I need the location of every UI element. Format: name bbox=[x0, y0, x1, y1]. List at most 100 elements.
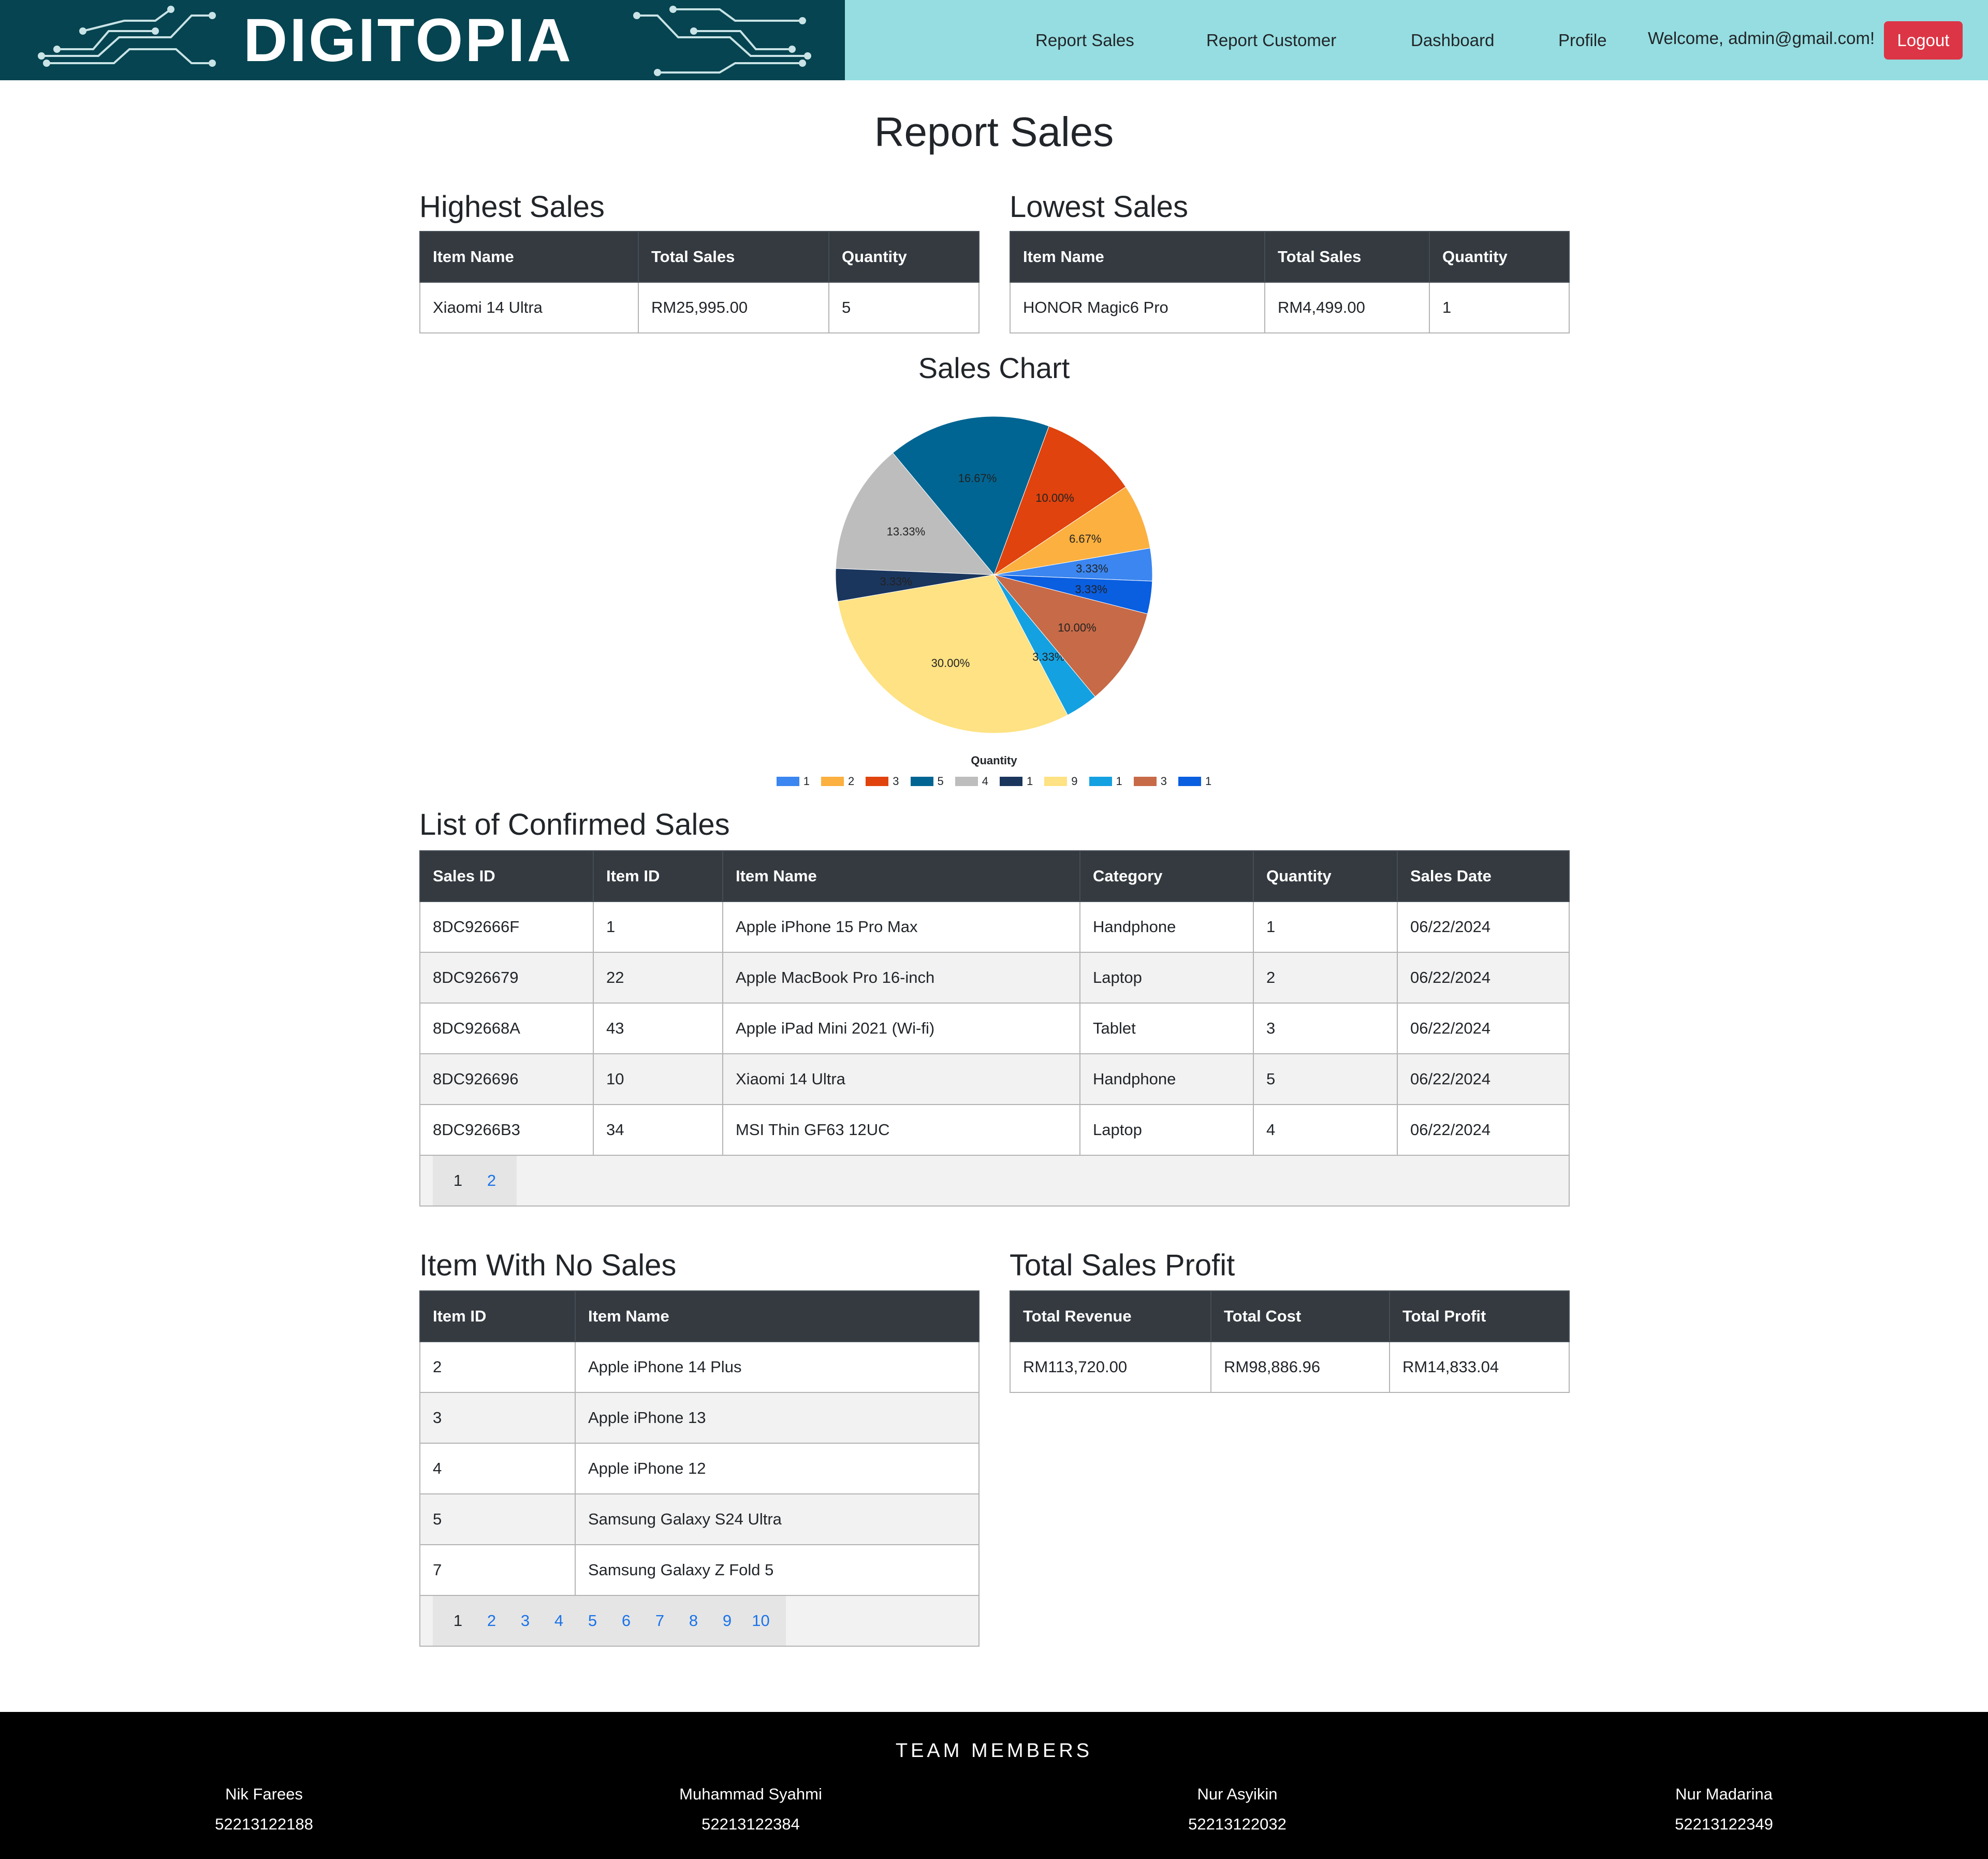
page-link-4[interactable]: 4 bbox=[542, 1596, 576, 1645]
legend-swatch bbox=[776, 777, 799, 786]
legend-item[interactable]: 1 bbox=[1000, 775, 1033, 788]
legend-item[interactable]: 3 bbox=[866, 775, 899, 788]
page-link-1[interactable]: 1 bbox=[441, 1596, 475, 1645]
nav-report-customer[interactable]: Report Customer bbox=[1206, 30, 1336, 51]
table-cell: RM25,995.00 bbox=[638, 282, 829, 333]
legend-label: 1 bbox=[1027, 775, 1033, 788]
member-id: 52213122384 bbox=[701, 1815, 800, 1833]
site-logo[interactable]: DIGITOPIA bbox=[0, 0, 845, 80]
table-row: 4 Apple iPhone 12 bbox=[419, 1443, 980, 1494]
table-cell: Samsung Galaxy S24 Ultra bbox=[575, 1493, 980, 1545]
legend-swatch bbox=[1044, 777, 1068, 786]
column-header: Item Name bbox=[419, 231, 639, 283]
legend-item[interactable]: 9 bbox=[1044, 775, 1078, 788]
legend-label: 4 bbox=[982, 775, 988, 788]
legend-label: 1 bbox=[1116, 775, 1122, 788]
logo-text: DIGITOPIA bbox=[243, 6, 574, 75]
pie-slice-label: 13.33% bbox=[887, 525, 926, 538]
lowest-sales-title: Lowest Sales bbox=[1010, 190, 1188, 224]
table-cell: Apple iPad Mini 2021 (Wi-fi) bbox=[722, 1003, 1080, 1054]
legend-item[interactable]: 1 bbox=[1178, 775, 1211, 788]
table-row: 2 Apple iPhone 14 Plus bbox=[419, 1341, 980, 1393]
pagination-cell: 1 2 3 4 5 6 7 8 9 10 bbox=[419, 1595, 980, 1647]
column-header: Quantity bbox=[1253, 850, 1398, 902]
legend-label: 3 bbox=[893, 775, 899, 788]
table-cell: 1 bbox=[1253, 901, 1398, 953]
pie-slice-label: 3.33% bbox=[1075, 583, 1107, 596]
nav-profile[interactable]: Profile bbox=[1558, 30, 1607, 51]
table-row: RM113,720.00 RM98,886.96 RM14,833.04 bbox=[1010, 1341, 1570, 1393]
page-link-6[interactable]: 6 bbox=[609, 1596, 643, 1645]
member-name: Nur Asyikin bbox=[1197, 1785, 1278, 1803]
table-cell: HONOR Magic6 Pro bbox=[1010, 282, 1265, 333]
column-header: Total Cost bbox=[1210, 1290, 1390, 1342]
table-cell: Xiaomi 14 Ultra bbox=[722, 1053, 1080, 1105]
legend-item[interactable]: 1 bbox=[1089, 775, 1122, 788]
table-header-row: Total Revenue Total Cost Total Profit bbox=[1010, 1290, 1570, 1342]
table-cell: RM14,833.04 bbox=[1389, 1341, 1570, 1393]
nav-report-sales[interactable]: Report Sales bbox=[1035, 30, 1134, 51]
table-header-row: Sales ID Item ID Item Name Category Quan… bbox=[419, 850, 1570, 902]
column-header: Item Name bbox=[1010, 231, 1265, 283]
page-link-10[interactable]: 10 bbox=[744, 1596, 778, 1645]
confirmed-sales-table: Sales ID Item ID Item Name Category Quan… bbox=[419, 850, 1570, 1207]
table-row: 8DC92668A 43 Apple iPad Mini 2021 (Wi-fi… bbox=[419, 1003, 1570, 1054]
table-cell: 3 bbox=[419, 1392, 576, 1444]
page-link-5[interactable]: 5 bbox=[576, 1596, 609, 1645]
legend-item[interactable]: 5 bbox=[910, 775, 944, 788]
page-link-3[interactable]: 3 bbox=[508, 1596, 542, 1645]
column-header: Sales Date bbox=[1397, 850, 1570, 902]
column-header: Total Sales bbox=[638, 231, 829, 283]
table-row: 8DC926679 22 Apple MacBook Pro 16-inch L… bbox=[419, 952, 1570, 1004]
page-title: Report Sales bbox=[874, 109, 1114, 155]
table-cell: 5 bbox=[828, 282, 980, 333]
legend-label: 5 bbox=[937, 775, 944, 788]
table-cell: Xiaomi 14 Ultra bbox=[419, 282, 639, 333]
footer: TEAM MEMBERS Nik Farees 52213122188 Muha… bbox=[0, 1712, 1988, 1859]
table-cell: 4 bbox=[419, 1443, 576, 1494]
legend-item[interactable]: 1 bbox=[776, 775, 810, 788]
legend-item[interactable]: 4 bbox=[955, 775, 988, 788]
table-header-row: Item Name Total Sales Quantity bbox=[1010, 231, 1570, 283]
table-cell: RM4,499.00 bbox=[1264, 282, 1430, 333]
legend-swatch bbox=[1178, 777, 1201, 786]
nav-dashboard[interactable]: Dashboard bbox=[1411, 30, 1494, 51]
table-cell: Apple iPhone 14 Plus bbox=[575, 1341, 980, 1393]
sales-pie-chart: 3.33% 6.67% 10.00% 16.67% 13.33% 3.33% 30.00% 3… bbox=[835, 416, 1153, 734]
legend-label: 2 bbox=[848, 775, 855, 788]
page-link-2[interactable]: 2 bbox=[475, 1156, 508, 1205]
page-link-8[interactable]: 8 bbox=[677, 1596, 710, 1645]
column-header: Total Sales bbox=[1264, 231, 1430, 283]
column-header: Quantity bbox=[828, 231, 980, 283]
column-header: Item Name bbox=[575, 1290, 980, 1342]
table-cell: Laptop bbox=[1079, 1104, 1254, 1156]
no-sales-title: Item With No Sales bbox=[419, 1248, 677, 1282]
chart-legend: 1 2 3 5 4 1 9 1 3 1 bbox=[751, 774, 1237, 789]
pie-slice-label: 6.67% bbox=[1069, 532, 1101, 545]
table-cell: 8DC926696 bbox=[419, 1053, 594, 1105]
column-header: Quantity bbox=[1429, 231, 1570, 283]
table-cell: 8DC92668A bbox=[419, 1003, 594, 1054]
pie-slice-label: 10.00% bbox=[1058, 621, 1097, 634]
pie-slice-label: 16.67% bbox=[958, 472, 997, 485]
team-member: Nur Asyikin 52213122032 bbox=[1108, 1779, 1367, 1839]
table-row: HONOR Magic6 Pro RM4,499.00 1 bbox=[1010, 282, 1570, 333]
footer-title: TEAM MEMBERS bbox=[895, 1740, 1093, 1762]
legend-item[interactable]: 2 bbox=[821, 775, 854, 788]
legend-item[interactable]: 3 bbox=[1133, 775, 1167, 788]
table-cell: Handphone bbox=[1079, 1053, 1254, 1105]
logout-button[interactable]: Logout bbox=[1884, 21, 1963, 60]
table-cell: 10 bbox=[593, 1053, 723, 1105]
table-cell: 06/22/2024 bbox=[1397, 901, 1570, 953]
page-link-2[interactable]: 2 bbox=[475, 1596, 508, 1645]
page-link-7[interactable]: 7 bbox=[643, 1596, 677, 1645]
total-profit-title: Total Sales Profit bbox=[1010, 1248, 1235, 1282]
team-member: Nur Madarina 52213122349 bbox=[1595, 1779, 1853, 1839]
legend-label: 3 bbox=[1160, 775, 1167, 788]
highest-sales-table: Item Name Total Sales Quantity Xiaomi 14… bbox=[419, 231, 980, 333]
page-link-1[interactable]: 1 bbox=[441, 1156, 475, 1205]
page-link-9[interactable]: 9 bbox=[710, 1596, 744, 1645]
legend-swatch bbox=[1133, 777, 1157, 786]
table-cell: 06/22/2024 bbox=[1397, 952, 1570, 1004]
table-cell: 5 bbox=[419, 1493, 576, 1545]
